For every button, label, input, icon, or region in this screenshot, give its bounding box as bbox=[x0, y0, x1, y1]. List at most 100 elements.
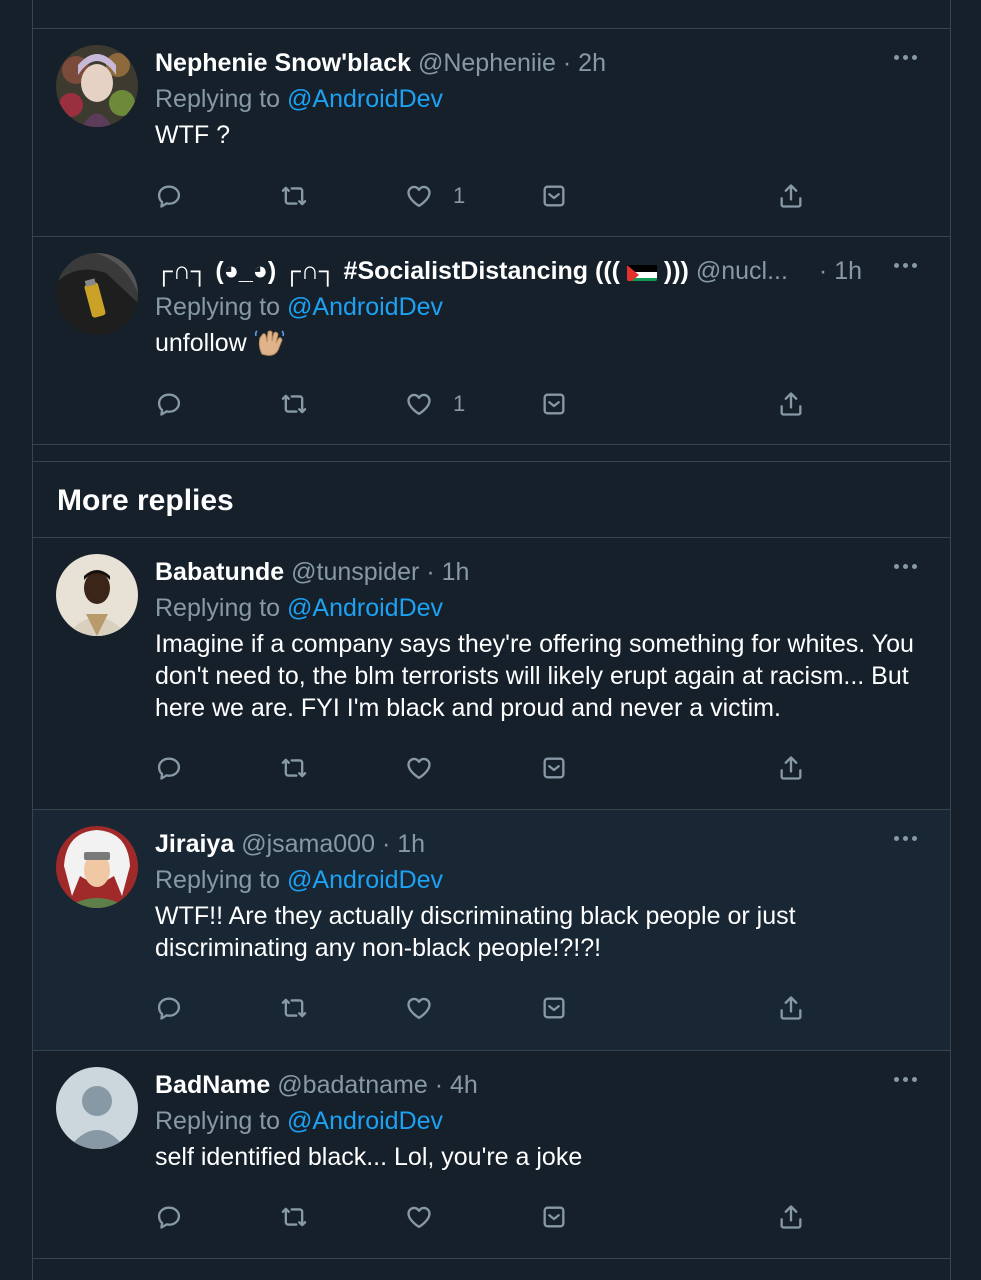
messages-icon bbox=[540, 390, 568, 418]
tweet-header: BadName @badatname · 4h bbox=[155, 1069, 840, 1101]
avatar[interactable] bbox=[56, 1067, 138, 1149]
separator-dot: · bbox=[434, 1071, 444, 1099]
separator-dot: · bbox=[818, 257, 828, 285]
share-button[interactable] bbox=[777, 176, 805, 216]
share-icon bbox=[777, 390, 805, 418]
replying-to: Replying to @AndroidDev bbox=[155, 83, 443, 115]
messages-icon bbox=[540, 754, 568, 782]
like-count: 1 bbox=[453, 391, 466, 416]
display-name[interactable]: Nephenie Snow'black bbox=[155, 49, 411, 77]
like-icon bbox=[405, 390, 433, 418]
like-button[interactable] bbox=[405, 988, 453, 1028]
avatar[interactable] bbox=[56, 253, 138, 335]
replying-to-label: Replying to bbox=[155, 866, 281, 894]
replies-column: Nephenie Snow'black @Nepheniie · 2h Repl… bbox=[32, 0, 951, 1280]
replying-to: Replying to @AndroidDev bbox=[155, 864, 443, 896]
tweet-header: ┌∩┐ (◕_◕) ┌∩┐ #SocialistDistancing ((( )… bbox=[155, 255, 810, 287]
action-bar bbox=[155, 988, 815, 1028]
replying-to-label: Replying to bbox=[155, 1107, 281, 1135]
dm-button[interactable] bbox=[540, 176, 568, 216]
replying-to-link[interactable]: @AndroidDev bbox=[287, 1107, 443, 1135]
like-button[interactable]: 1 bbox=[405, 384, 465, 424]
replying-to: Replying to @AndroidDev bbox=[155, 1105, 443, 1137]
tweet[interactable]: Nephenie Snow'black @Nepheniie · 2h Repl… bbox=[33, 29, 950, 237]
like-button[interactable] bbox=[405, 748, 453, 788]
user-handle[interactable]: @badatname bbox=[277, 1071, 427, 1099]
share-button[interactable] bbox=[777, 748, 805, 788]
replying-to-link[interactable]: @AndroidDev bbox=[287, 293, 443, 321]
retweet-icon bbox=[280, 390, 308, 418]
dm-button[interactable] bbox=[540, 748, 568, 788]
avatar[interactable] bbox=[56, 826, 138, 908]
retweet-button[interactable] bbox=[280, 384, 308, 424]
share-icon bbox=[777, 182, 805, 210]
display-name[interactable]: BadName bbox=[155, 1071, 270, 1099]
reply-button[interactable] bbox=[155, 748, 183, 788]
tweet[interactable]: Jiraiya @jsama000 · 1h Replying to @Andr… bbox=[33, 810, 950, 1051]
avatar[interactable] bbox=[56, 554, 138, 636]
share-button[interactable] bbox=[777, 1197, 805, 1237]
reply-icon bbox=[155, 390, 183, 418]
display-name-part[interactable]: ))) bbox=[664, 257, 689, 285]
retweet-button[interactable] bbox=[280, 988, 308, 1028]
dm-button[interactable] bbox=[540, 384, 568, 424]
more-icon[interactable] bbox=[894, 1071, 924, 1095]
timestamp[interactable]: 4h bbox=[450, 1071, 478, 1099]
dm-button[interactable] bbox=[540, 1197, 568, 1237]
separator-dot: · bbox=[381, 830, 391, 858]
share-button[interactable] bbox=[777, 384, 805, 424]
timestamp[interactable]: 1h bbox=[834, 257, 862, 285]
timestamp[interactable]: 1h bbox=[442, 558, 470, 586]
like-button[interactable]: 1 bbox=[405, 176, 465, 216]
display-name[interactable]: Babatunde bbox=[155, 558, 284, 586]
display-name-part[interactable]: ┌∩┐ (◕_◕) ┌∩┐ #SocialistDistancing ((( bbox=[155, 257, 620, 285]
replying-to-link[interactable]: @AndroidDev bbox=[287, 85, 443, 113]
tweet-text: WTF ? bbox=[155, 121, 230, 149]
reply-button[interactable] bbox=[155, 1197, 183, 1237]
replying-to-link[interactable]: @AndroidDev bbox=[287, 866, 443, 894]
reply-icon bbox=[155, 994, 183, 1022]
retweet-button[interactable] bbox=[280, 176, 308, 216]
tweet-text: self identified black... Lol, you're a j… bbox=[155, 1143, 583, 1171]
retweet-icon bbox=[280, 994, 308, 1022]
user-handle[interactable]: @nucl... bbox=[696, 257, 788, 285]
like-count: 1 bbox=[453, 183, 466, 208]
user-handle[interactable]: @tunspider bbox=[291, 558, 419, 586]
retweet-icon bbox=[280, 182, 308, 210]
more-icon[interactable] bbox=[894, 257, 924, 281]
like-icon bbox=[405, 1203, 433, 1231]
reply-icon bbox=[155, 1203, 183, 1231]
timestamp[interactable]: 2h bbox=[578, 49, 606, 77]
reply-button[interactable] bbox=[155, 176, 183, 216]
tweet[interactable]: Babatunde @tunspider · 1h Replying to @A… bbox=[33, 538, 950, 810]
retweet-button[interactable] bbox=[280, 1197, 308, 1237]
like-button[interactable] bbox=[405, 1197, 453, 1237]
messages-icon bbox=[540, 994, 568, 1022]
timestamp[interactable]: 1h bbox=[397, 830, 425, 858]
reply-icon bbox=[155, 182, 183, 210]
like-icon bbox=[405, 182, 433, 210]
replying-to: Replying to @AndroidDev bbox=[155, 291, 443, 323]
section-divider bbox=[33, 445, 950, 462]
retweet-button[interactable] bbox=[280, 748, 308, 788]
more-replies-section: More replies bbox=[33, 462, 950, 538]
share-icon bbox=[777, 754, 805, 782]
share-button[interactable] bbox=[777, 988, 805, 1028]
replying-to-label: Replying to bbox=[155, 594, 281, 622]
more-icon[interactable] bbox=[894, 558, 924, 582]
user-handle[interactable]: @Nepheniie bbox=[418, 49, 556, 77]
tweet[interactable]: ┌∩┐ (◕_◕) ┌∩┐ #SocialistDistancing ((( )… bbox=[33, 237, 950, 445]
display-name[interactable]: Jiraiya bbox=[155, 830, 234, 858]
separator-dot: · bbox=[426, 558, 435, 586]
reply-button[interactable] bbox=[155, 988, 183, 1028]
messages-icon bbox=[540, 182, 568, 210]
replying-to-link[interactable]: @AndroidDev bbox=[287, 594, 443, 622]
reply-button[interactable] bbox=[155, 384, 183, 424]
tweet-header: Babatunde @tunspider · 1h bbox=[155, 556, 840, 588]
more-icon[interactable] bbox=[894, 49, 924, 73]
avatar[interactable] bbox=[56, 45, 138, 127]
more-icon[interactable] bbox=[894, 830, 924, 854]
user-handle[interactable]: @jsama000 bbox=[241, 830, 375, 858]
tweet[interactable]: BadName @badatname · 4h Replying to @And… bbox=[33, 1051, 950, 1259]
dm-button[interactable] bbox=[540, 988, 568, 1028]
